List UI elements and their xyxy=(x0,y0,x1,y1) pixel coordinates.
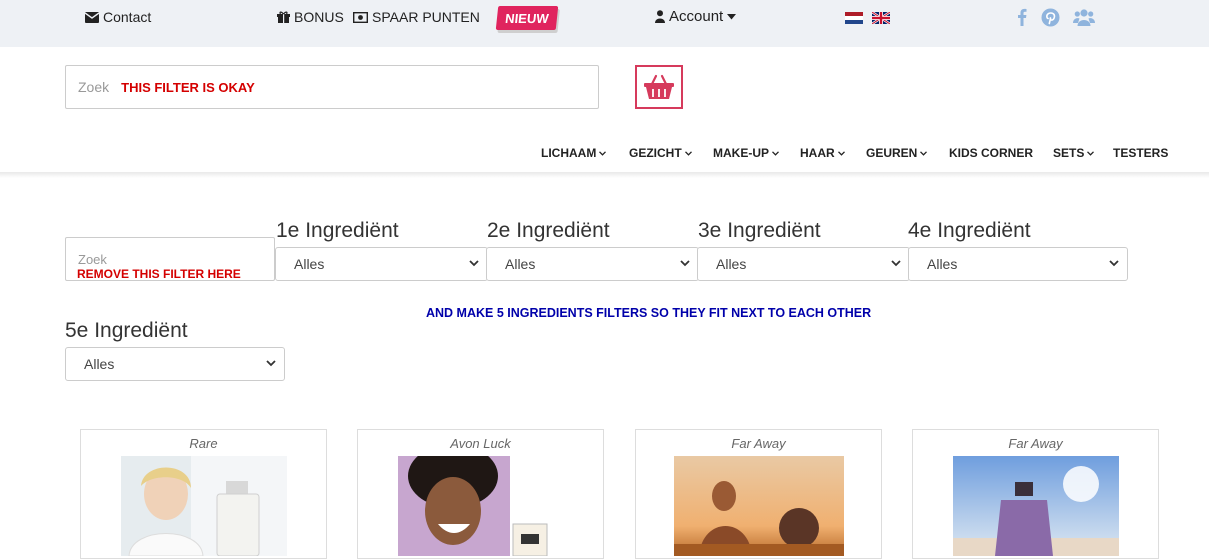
ingredient-4-select[interactable]: Alles xyxy=(908,247,1128,281)
nav-item-make-up[interactable]: MAKE-UP xyxy=(713,146,779,160)
nieuw-badge[interactable]: NIEUW xyxy=(495,6,559,30)
contact-label: Contact xyxy=(103,9,152,25)
nav-item-testers[interactable]: TESTERS xyxy=(1113,146,1168,160)
ingredient-4-value: Alles xyxy=(927,256,958,272)
ingredient-5-value: Alles xyxy=(84,356,115,372)
filter-search-placeholder: Zoek xyxy=(78,252,107,267)
product-name: Far Away xyxy=(1008,436,1063,451)
product-name: Rare xyxy=(189,436,218,451)
ingredient-1-select[interactable]: Alles xyxy=(275,247,488,281)
chevron-down-icon xyxy=(469,260,479,267)
product-card[interactable]: Avon Luck xyxy=(357,429,604,559)
ingredient-1-value: Alles xyxy=(294,256,325,272)
search-placeholder: Zoek xyxy=(78,79,110,95)
dutch-flag-icon[interactable] xyxy=(845,12,863,24)
product-name: Avon Luck xyxy=(450,436,511,451)
nav-label: SETS xyxy=(1053,146,1085,160)
chevron-down-icon xyxy=(920,150,928,156)
nav-label: LICHAAM xyxy=(541,146,597,160)
pinterest-icon[interactable] xyxy=(1041,8,1060,27)
chevron-down-icon xyxy=(599,150,607,156)
gift-icon xyxy=(277,11,290,23)
filter-search-annotation: REMOVE THIS FILTER HERE xyxy=(77,267,241,281)
spaar-punten-link[interactable]: SPAAR PUNTEN xyxy=(353,9,480,25)
layout-annotation: AND MAKE 5 INGREDIENTS FILTERS SO THEY F… xyxy=(426,306,872,320)
product-image xyxy=(121,456,287,556)
nav-label: TESTERS xyxy=(1113,146,1169,160)
chevron-down-icon xyxy=(1087,150,1095,156)
ingredient-1-label: 1e Ingrediënt xyxy=(276,219,399,242)
chevron-down-icon xyxy=(266,360,276,367)
ingredient-3-label: 3e Ingrediënt xyxy=(698,219,821,242)
nieuw-label: NIEUW xyxy=(504,10,550,26)
product-card[interactable]: Far Away xyxy=(912,429,1159,559)
ingredient-3-value: Alles xyxy=(716,256,747,272)
nav-label: MAKE-UP xyxy=(713,146,769,160)
envelope-icon xyxy=(85,11,99,23)
chevron-down-icon xyxy=(837,150,845,156)
ingredient-5-label: 5e Ingrediënt xyxy=(65,319,188,342)
chevron-down-icon xyxy=(891,260,901,267)
ingredient-2-select[interactable]: Alles xyxy=(486,247,699,281)
user-icon xyxy=(655,10,665,23)
product-name: Far Away xyxy=(731,436,786,451)
bonus-label: BONUS xyxy=(294,9,344,25)
contact-link[interactable]: Contact xyxy=(85,9,151,25)
main-navigation: LICHAAM GEZICHT MAKE-UP HAAR GEUREN KIDS… xyxy=(0,146,1209,162)
nav-divider xyxy=(0,172,1209,178)
chevron-down-icon xyxy=(772,150,779,156)
nav-item-sets[interactable]: SETS xyxy=(1053,146,1095,160)
product-image xyxy=(674,456,844,556)
nav-item-gezicht[interactable]: GEZICHT xyxy=(629,146,692,160)
english-flag-icon[interactable] xyxy=(872,12,890,24)
chevron-down-icon xyxy=(680,260,690,267)
top-bar: Contact BONUS SPAAR PUNTEN NIEUW Account xyxy=(0,0,1209,47)
users-group-icon[interactable] xyxy=(1073,8,1095,26)
caret-down-icon xyxy=(727,13,737,19)
facebook-icon[interactable] xyxy=(1017,8,1027,26)
nav-item-haar[interactable]: HAAR xyxy=(800,146,845,160)
ingredient-2-value: Alles xyxy=(505,256,536,272)
filter-search-input[interactable]: Zoek REMOVE THIS FILTER HERE xyxy=(65,237,275,281)
nav-item-lichaam[interactable]: LICHAAM xyxy=(541,146,607,160)
nav-label: KIDS CORNER xyxy=(949,146,1034,160)
ingredient-3-select[interactable]: Alles xyxy=(697,247,910,281)
ingredient-4-label: 4e Ingrediënt xyxy=(908,219,1031,242)
ingredient-5-select[interactable]: Alles xyxy=(65,347,285,381)
chevron-down-icon xyxy=(684,150,692,156)
nav-item-kids-corner[interactable]: KIDS CORNER xyxy=(949,146,1033,160)
nav-item-geuren[interactable]: GEUREN xyxy=(866,146,928,160)
search-input[interactable]: Zoek THIS FILTER IS OKAY xyxy=(65,65,599,109)
search-annotation: THIS FILTER IS OKAY xyxy=(121,79,255,95)
cart-button[interactable] xyxy=(635,65,683,109)
nav-label: GEUREN xyxy=(866,146,918,160)
product-card[interactable]: Far Away xyxy=(635,429,882,559)
account-label: Account xyxy=(669,8,724,25)
nav-label: HAAR xyxy=(800,146,835,160)
product-card[interactable]: Rare xyxy=(80,429,327,559)
basket-icon xyxy=(644,74,674,99)
account-menu[interactable]: Account xyxy=(655,8,737,25)
money-bill-icon xyxy=(353,11,368,23)
chevron-down-icon xyxy=(1109,260,1119,267)
nav-label: GEZICHT xyxy=(629,146,682,160)
product-image xyxy=(398,456,564,556)
ingredient-2-label: 2e Ingrediënt xyxy=(487,219,610,242)
spaar-punten-label: SPAAR PUNTEN xyxy=(372,9,480,25)
bonus-link[interactable]: BONUS xyxy=(277,9,344,25)
product-image xyxy=(953,456,1119,556)
